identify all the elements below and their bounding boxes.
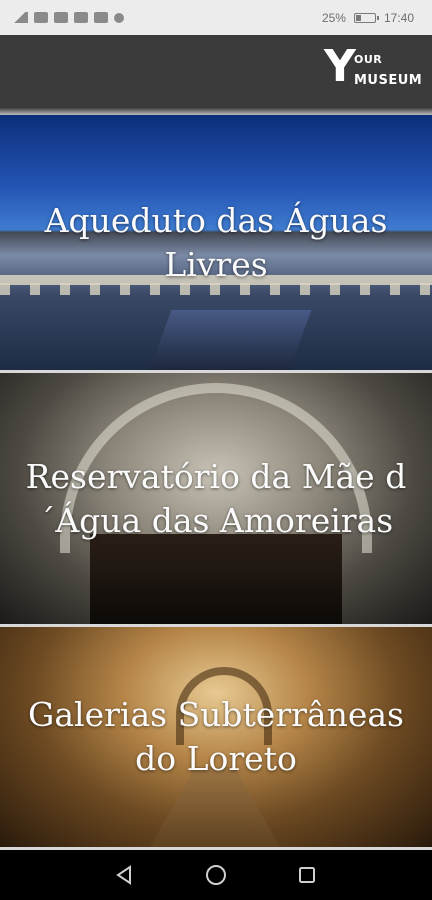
back-icon	[116, 865, 132, 885]
logo-letter: Y	[324, 41, 356, 92]
recents-icon	[298, 867, 315, 883]
signal-icon	[12, 12, 28, 23]
notification-icon	[74, 12, 88, 23]
battery-icon	[353, 12, 379, 23]
your-museum-logo[interactable]: Y OUR MUSEUM	[324, 45, 424, 95]
status-bar: 25% 17:40	[0, 0, 432, 35]
museum-title: Galerias Subterrâneas do Loreto	[28, 695, 404, 778]
museum-card-aqueduto[interactable]: Aqueduto das Águas Livres	[0, 115, 432, 373]
home-button[interactable]	[196, 855, 236, 895]
museum-card-galerias[interactable]: Galerias Subterrâneas do Loreto	[0, 627, 432, 850]
appbar-shadow	[0, 107, 432, 115]
battery-percent: 25%	[321, 10, 346, 25]
recents-button[interactable]	[287, 855, 327, 895]
museum-card-reservatorio[interactable]: Reservatório da Mãe d´Água das Amoreiras	[0, 373, 432, 627]
wifi-icon	[34, 12, 48, 23]
notification-icon	[94, 12, 108, 23]
logo-our: OUR	[354, 53, 383, 66]
museum-title: Reservatório da Mãe d´Água das Amoreiras	[25, 456, 407, 540]
status-left-icons	[12, 12, 124, 23]
status-right: 25% 17:40	[322, 11, 414, 25]
clock: 17:40	[383, 10, 414, 25]
back-button[interactable]	[105, 855, 145, 895]
notification-icon	[114, 12, 124, 23]
home-icon	[205, 865, 226, 885]
app-bar: Y OUR MUSEUM	[0, 35, 432, 107]
system-nav-bar	[0, 850, 432, 900]
logo-museum: MUSEUM	[354, 73, 423, 88]
notification-icon	[54, 12, 68, 23]
museum-title: Aqueduto das Águas Livres	[44, 200, 388, 284]
